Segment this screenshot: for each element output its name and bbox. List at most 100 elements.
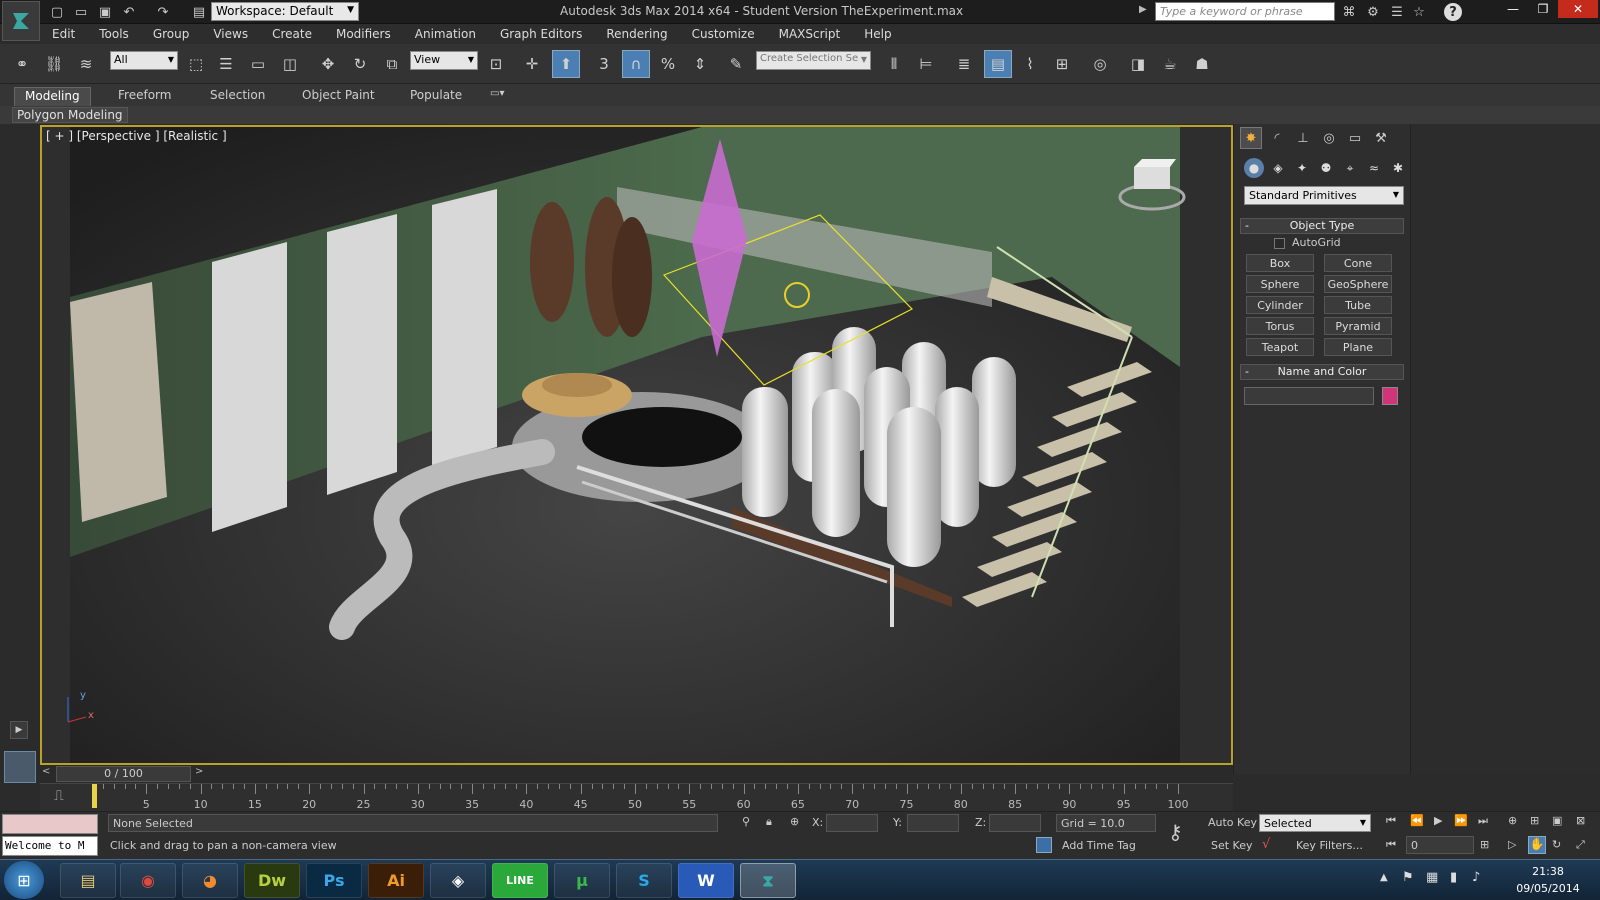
object-category-dropdown[interactable]: Standard Primitives ▼ (1244, 186, 1404, 205)
show-hidden-icons[interactable]: ▲ (1380, 872, 1388, 883)
auto-key-button[interactable]: Auto Key (1208, 816, 1257, 829)
previous-frame-icon[interactable]: ⏪ (1410, 814, 1424, 827)
set-key-button[interactable]: Set Key (1211, 839, 1253, 852)
binoculars-icon[interactable]: ⌘ (1340, 3, 1358, 21)
reference-coordinate-dropdown[interactable]: View ▼ (410, 51, 478, 70)
create-tab-icon[interactable]: ✸ (1240, 127, 1262, 149)
default-in-out-tangent-icon[interactable]: √ (1262, 837, 1270, 852)
help-icon[interactable]: ? (1444, 3, 1462, 21)
geometry-icon[interactable]: ● (1244, 158, 1264, 178)
space-warps-icon[interactable]: ≈ (1364, 158, 1384, 178)
ribbon-tab-selection[interactable]: Selection (200, 87, 275, 106)
spinner-snap-icon[interactable]: ⇕ (686, 50, 714, 78)
save-file-icon[interactable]: ▣ (96, 3, 114, 21)
utorrent-icon[interactable]: µ (554, 863, 610, 898)
photoshop-icon[interactable]: Ps (306, 863, 362, 898)
menu-tools[interactable]: Tools (87, 27, 141, 41)
ribbon-tab-freeform[interactable]: Freeform (108, 87, 181, 106)
clock-time[interactable]: 21:38 (1518, 865, 1578, 878)
zoom-extents-icon[interactable]: ▣ (1552, 814, 1562, 827)
current-frame-input[interactable]: 0 (1406, 836, 1474, 854)
teapot-button[interactable]: Teapot (1246, 338, 1314, 356)
helpers-icon[interactable]: ⌖ (1340, 158, 1360, 178)
isolate-selection-icon[interactable]: ⚲ (742, 815, 750, 828)
modify-tab-icon[interactable]: ◜ (1266, 127, 1288, 149)
line-icon[interactable]: LINE (492, 863, 548, 898)
redo-icon[interactable]: ↷ (154, 3, 172, 21)
key-mode-toggle-icon[interactable]: ⏮ (1386, 838, 1396, 852)
key-mode-dropdown[interactable]: Selected ▼ (1259, 814, 1371, 832)
network-icon[interactable]: ▮ (1450, 870, 1457, 885)
maxscript-listener-input[interactable]: Welcome to M (2, 836, 98, 856)
menu-animation[interactable]: Animation (403, 27, 488, 41)
zoom-extents-all-icon[interactable]: ⊠ (1576, 814, 1585, 827)
play-icon[interactable]: ▶ (1434, 814, 1442, 827)
select-and-rotate-icon[interactable]: ↻ (346, 50, 374, 78)
app-logo-icon[interactable] (2, 1, 40, 41)
align-icon[interactable]: ⊨ (912, 50, 940, 78)
select-and-manipulate-icon[interactable]: ✛ (518, 50, 546, 78)
pivot-center-icon[interactable]: ⊡ (482, 50, 510, 78)
cylinder-button[interactable]: Cylinder (1246, 296, 1314, 314)
action-center-flag-icon[interactable]: ⚑ (1402, 870, 1414, 885)
render-production-icon[interactable]: ☗ (1188, 50, 1216, 78)
unlink-icon[interactable]: ⛓ (40, 50, 68, 78)
select-and-scale-icon[interactable]: ⧉ (378, 50, 406, 78)
selection-lock-icon[interactable]: 🔒︎ (766, 815, 772, 829)
time-slider-thumb[interactable]: 0 / 100 (56, 766, 191, 782)
tools-icon[interactable]: ⚙ (1364, 3, 1382, 21)
z-coordinate-input[interactable] (989, 814, 1041, 832)
menu-rendering[interactable]: Rendering (594, 27, 679, 41)
percent-snap-icon[interactable]: % (654, 50, 682, 78)
next-key-icon[interactable]: ⏩ (1454, 814, 1468, 827)
field-of-view-icon[interactable]: ▷ (1508, 838, 1516, 851)
go-to-start-icon[interactable]: ⏮ (1386, 814, 1396, 828)
select-and-link-icon[interactable]: ⚭ (8, 50, 36, 78)
workspace-selector[interactable]: Workspace: Default ▼ (211, 2, 359, 21)
cameras-icon[interactable]: ⚉ (1316, 158, 1336, 178)
menu-help[interactable]: Help (852, 27, 903, 41)
viewcube[interactable] (1112, 157, 1192, 217)
utilities-tab-icon[interactable]: ⚒ (1370, 127, 1392, 149)
word-icon[interactable]: W (678, 863, 734, 898)
favorites-star-icon[interactable]: ☆ (1410, 3, 1428, 21)
menu-maxscript[interactable]: MAXScript (767, 27, 853, 41)
go-to-end-icon[interactable]: ⏭ (1478, 814, 1488, 828)
minimize-icon[interactable]: — (1498, 0, 1528, 18)
select-and-move-icon[interactable]: ✥ (314, 50, 342, 78)
rendered-frame-window-icon[interactable]: ☕ (1156, 50, 1184, 78)
next-frame-icon[interactable]: > (195, 766, 203, 777)
volume-icon[interactable]: ♪ (1472, 870, 1480, 885)
current-time-marker[interactable] (92, 784, 97, 808)
graphite-ribbon-icon[interactable]: ▤ (984, 50, 1012, 78)
close-icon[interactable]: ✕ (1558, 0, 1598, 18)
x-coordinate-input[interactable] (826, 814, 878, 832)
systems-icon[interactable]: ✱ (1388, 158, 1408, 178)
ribbon-options-icon[interactable]: ▭▾ (480, 87, 514, 106)
hierarchy-tab-icon[interactable]: ⊥ (1292, 127, 1314, 149)
search-input[interactable]: Type a keyword or phrase (1155, 2, 1335, 21)
cone-button[interactable]: Cone (1324, 254, 1392, 272)
selection-filter-dropdown[interactable]: All ▼ (110, 51, 178, 70)
file-explorer-icon[interactable]: ▤ (60, 863, 116, 898)
polygon-modeling-panel[interactable]: Polygon Modeling (12, 107, 128, 123)
3dsmax-taskbar-icon[interactable]: ⧗ (740, 863, 796, 898)
pyramid-button[interactable]: Pyramid (1324, 317, 1392, 335)
skype-icon[interactable]: S (616, 863, 672, 898)
prev-frame-icon[interactable]: < (42, 766, 50, 777)
autogrid-checkbox[interactable] (1274, 238, 1285, 249)
object-type-rollout-header[interactable]: - Object Type (1240, 218, 1404, 234)
menu-group[interactable]: Group (141, 27, 202, 41)
firefox-icon[interactable]: ◕ (182, 863, 238, 898)
subscription-icon[interactable]: ☰ (1388, 3, 1406, 21)
material-editor-icon[interactable]: ◎ (1086, 50, 1114, 78)
set-key-mode-icon[interactable]: ⚷ (1168, 820, 1183, 844)
ribbon-tab-object-paint[interactable]: Object Paint (292, 87, 385, 106)
orbit-icon[interactable]: ↻ (1552, 838, 1561, 851)
lights-icon[interactable]: ✦ (1292, 158, 1312, 178)
geosphere-button[interactable]: GeoSphere (1324, 275, 1392, 293)
mirror-icon[interactable]: ⫴ (880, 50, 908, 78)
search-expand-icon[interactable]: ▶ (1139, 4, 1147, 15)
expand-viewport-layout-icon[interactable]: ▶ (10, 721, 28, 739)
window-crossing-icon[interactable]: ◫ (276, 50, 304, 78)
